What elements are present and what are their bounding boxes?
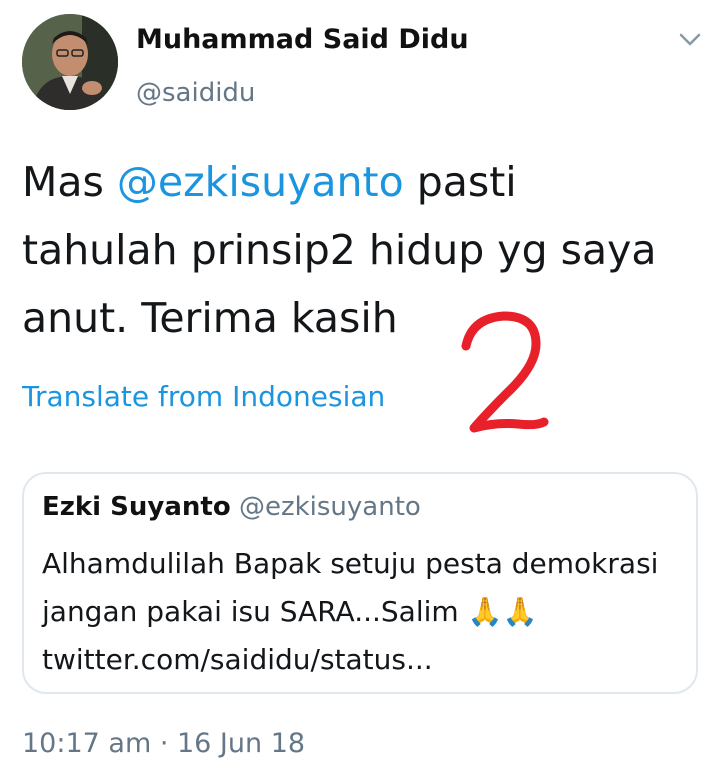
quoted-author-name[interactable]: Ezki Suyanto	[42, 492, 231, 522]
mention-link[interactable]: @ezkisuyanto	[117, 158, 404, 206]
quoted-tweet-text: Alhamdulilah Bapak setuju pesta demokras…	[42, 540, 682, 684]
translate-link[interactable]: Translate from Indonesian	[22, 380, 385, 413]
chevron-down-icon[interactable]	[678, 30, 702, 50]
tweet-text: Mas @ezkisuyanto pasti tahulah prinsip2 …	[22, 148, 682, 352]
quoted-tweet-link[interactable]: twitter.com/saididu/status...	[42, 643, 433, 676]
handwritten-annotation: 2	[452, 300, 562, 450]
quoted-tweet-body: Alhamdulilah Bapak setuju pesta demokras…	[42, 547, 659, 628]
author-handle[interactable]: @saididu	[136, 78, 255, 108]
author-display-name[interactable]: Muhammad Said Didu	[136, 24, 469, 55]
tweet-timestamp[interactable]: 10:17 am · 16 Jun 18	[22, 728, 305, 759]
tweet-text-start: Mas	[22, 158, 117, 206]
quoted-author-handle[interactable]: @ezkisuyanto	[239, 492, 421, 522]
quoted-tweet-header: Ezki Suyanto @ezkisuyanto	[42, 492, 421, 522]
folded-hands-icon: 🙏🙏	[467, 595, 538, 628]
avatar-image	[22, 14, 118, 110]
quoted-tweet-card[interactable]: Ezki Suyanto @ezkisuyanto Alhamdulilah B…	[22, 472, 698, 694]
author-avatar[interactable]	[22, 14, 118, 110]
tweet: Muhammad Said Didu @saididu Mas @ezkisuy…	[0, 0, 720, 783]
